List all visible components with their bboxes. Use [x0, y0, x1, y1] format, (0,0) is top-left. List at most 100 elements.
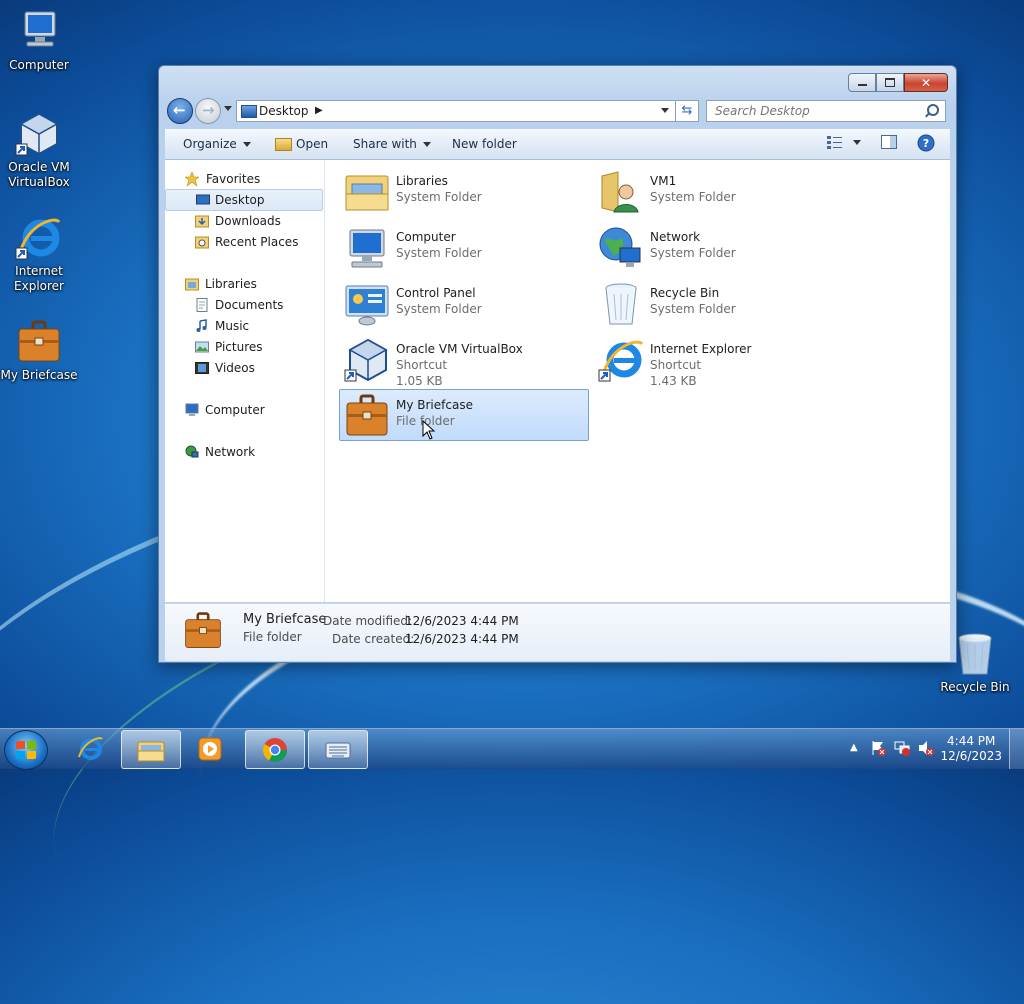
action-center-icon[interactable] — [870, 740, 886, 759]
keyboard-icon — [324, 736, 352, 764]
mouse-cursor-icon — [422, 420, 436, 440]
search-icon[interactable] — [927, 104, 939, 116]
organize-label: Organize — [183, 137, 237, 151]
minimize-button[interactable] — [848, 73, 876, 92]
date-created-label: Date created: — [332, 632, 415, 646]
new-folder-button[interactable]: New folder — [452, 137, 517, 151]
taskbar: ▲ 4:44 PM 12/6/2023 — [0, 728, 1024, 770]
taskbar-windows-explorer[interactable] — [121, 730, 181, 769]
file-item-computer[interactable]: Computer System Folder — [339, 221, 589, 273]
item-size: 1.43 KB — [650, 374, 697, 388]
details-pane: My Briefcase File folder Date modified: … — [165, 603, 950, 661]
navigation-pane: Favorites Desktop Downloads Recent Place… — [165, 160, 325, 602]
nav-downloads[interactable]: Downloads — [165, 211, 321, 231]
chevron-down-icon — [422, 142, 431, 147]
refresh-icon: ⇆ — [681, 103, 693, 118]
desktop-icon-computer[interactable]: Computer — [0, 8, 78, 73]
show-desktop-button[interactable] — [1009, 729, 1024, 769]
file-item-control-panel[interactable]: Control Panel System Folder — [339, 277, 589, 329]
file-item-libraries[interactable]: Libraries System Folder — [339, 165, 589, 217]
back-button[interactable]: ← — [167, 98, 193, 124]
share-with-button[interactable]: Share with — [353, 137, 431, 151]
organize-button[interactable]: Organize — [183, 137, 251, 151]
folder-open-icon — [275, 138, 292, 151]
maximize-button[interactable] — [876, 73, 904, 92]
item-name: Control Panel — [396, 286, 476, 300]
preview-pane-button[interactable] — [881, 135, 897, 152]
nav-desktop[interactable]: Desktop — [165, 189, 323, 211]
item-name: Libraries — [396, 174, 448, 188]
nav-label: Favorites — [206, 172, 261, 186]
nav-recent-places[interactable]: Recent Places — [165, 232, 321, 252]
arrow-right-icon: → — [202, 101, 215, 119]
desktop-icon-label: Computer — [9, 58, 69, 72]
nav-label: Recent Places — [215, 235, 299, 249]
desktop-icon — [241, 105, 257, 118]
nav-network[interactable]: Network — [165, 442, 321, 462]
nav-pictures[interactable]: Pictures — [165, 337, 321, 357]
recent-pages-dropdown[interactable] — [224, 106, 232, 111]
desktop-icon-my-briefcase[interactable]: My Briefcase — [0, 318, 78, 383]
documents-icon — [195, 298, 209, 312]
nav-libraries[interactable]: Libraries — [165, 274, 321, 294]
taskbar-on-screen-keyboard[interactable] — [308, 730, 368, 769]
explorer-body: Favorites Desktop Downloads Recent Place… — [165, 160, 950, 602]
desktop-icon — [196, 193, 210, 207]
nav-label: Computer — [205, 403, 265, 417]
downloads-folder-icon — [195, 214, 209, 228]
breadcrumb-arrow-icon[interactable]: ▶ — [315, 105, 323, 116]
volume-muted-icon[interactable] — [918, 740, 934, 759]
nav-label: Videos — [215, 361, 255, 375]
address-dropdown-icon[interactable] — [661, 108, 669, 113]
taskbar-internet-explorer[interactable] — [61, 730, 119, 767]
taskbar-media-player[interactable] — [181, 730, 239, 767]
minimize-icon — [857, 84, 867, 86]
chrome-icon — [261, 736, 289, 764]
nav-music[interactable]: Music — [165, 316, 321, 336]
desktop-icon-label: Recycle Bin — [940, 680, 1010, 694]
item-type: Shortcut — [650, 358, 702, 372]
new-folder-label: New folder — [452, 137, 517, 151]
network-status-icon[interactable] — [894, 740, 910, 759]
search-input[interactable] — [713, 103, 917, 119]
folder-icon — [137, 736, 165, 764]
search-box[interactable] — [706, 100, 946, 122]
recycle-bin-icon — [951, 630, 999, 678]
desktop-icon-label: Oracle VM VirtualBox — [8, 160, 70, 189]
internet-explorer-icon — [76, 735, 104, 763]
file-item-vm1[interactable]: VM1 System Folder — [593, 165, 843, 217]
change-view-button[interactable] — [827, 135, 861, 152]
close-button[interactable]: ✕ — [904, 73, 948, 92]
recent-places-icon — [195, 235, 209, 249]
item-type: System Folder — [650, 302, 736, 316]
desktop-icon-internet-explorer[interactable]: Internet Explorer — [0, 214, 78, 294]
nav-computer[interactable]: Computer — [165, 400, 321, 420]
help-button[interactable]: ? — [917, 134, 935, 155]
nav-favorites[interactable]: Favorites — [165, 169, 321, 189]
nav-documents[interactable]: Documents — [165, 295, 321, 315]
item-name: Network — [650, 230, 701, 244]
libraries-icon — [344, 170, 390, 214]
clock-date: 12/6/2023 — [940, 749, 1002, 763]
open-button[interactable]: Open — [275, 137, 328, 151]
refresh-button[interactable]: ⇆ — [675, 100, 699, 122]
internet-explorer-icon — [598, 338, 644, 382]
file-item-network[interactable]: Network System Folder — [593, 221, 843, 273]
nav-videos[interactable]: Videos — [165, 358, 321, 378]
forward-button[interactable]: → — [195, 98, 221, 124]
show-hidden-icons-button[interactable]: ▲ — [850, 742, 858, 753]
media-player-icon — [196, 735, 224, 763]
file-item-virtualbox[interactable]: Oracle VM VirtualBox Shortcut 1.05 KB — [339, 333, 589, 388]
clock[interactable]: 4:44 PM 12/6/2023 — [940, 734, 1002, 764]
start-button[interactable] — [4, 730, 48, 770]
item-type: System Folder — [396, 190, 482, 204]
file-item-my-briefcase[interactable]: My Briefcase File folder — [339, 389, 589, 441]
arrow-left-icon: ← — [173, 101, 186, 119]
help-icon: ? — [917, 134, 935, 152]
desktop-icon-virtualbox[interactable]: Oracle VM VirtualBox — [0, 110, 78, 190]
address-bar[interactable]: Desktop ▶ — [236, 100, 676, 122]
address-location[interactable]: Desktop — [259, 104, 309, 118]
taskbar-chrome[interactable] — [245, 730, 305, 769]
file-item-recycle-bin[interactable]: Recycle Bin System Folder — [593, 277, 843, 329]
file-item-internet-explorer[interactable]: Internet Explorer Shortcut 1.43 KB — [593, 333, 843, 388]
